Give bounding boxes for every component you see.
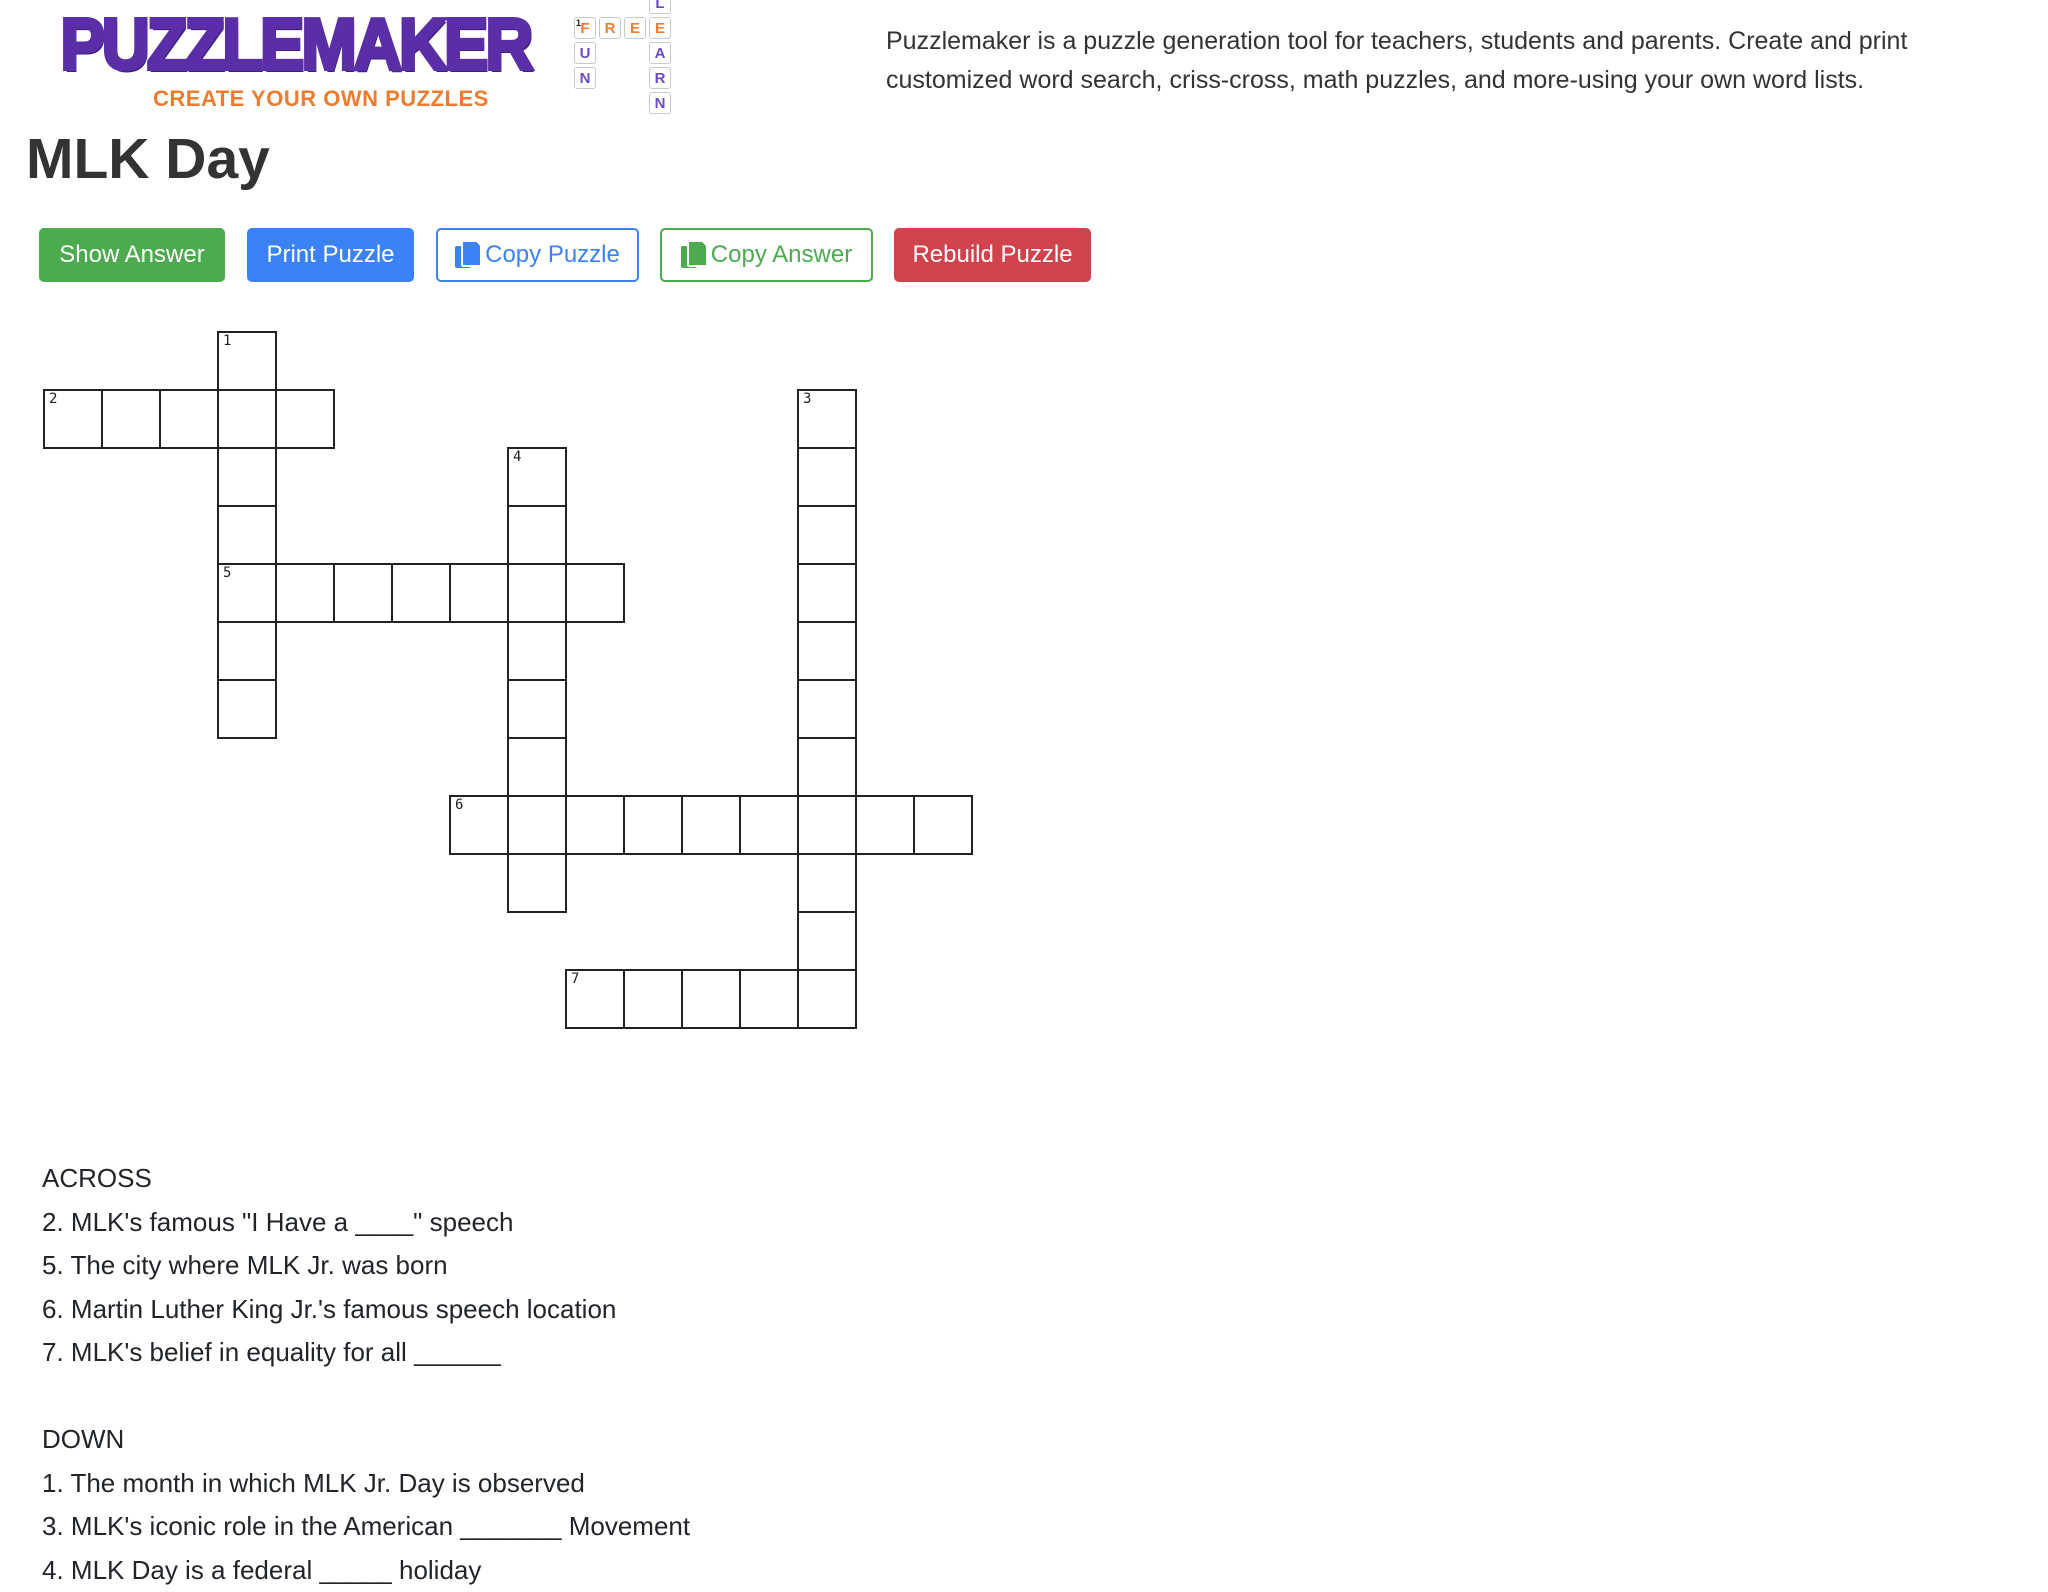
crossword-cell[interactable] [275, 563, 335, 623]
crossword-grid: 1 5 2 3 4 6 7 [43, 331, 1023, 1061]
crossword-cell[interactable]: 1 [217, 331, 277, 391]
crossword-cell[interactable] [507, 621, 567, 681]
crossword-cell[interactable] [159, 389, 219, 449]
crossword-cell[interactable] [507, 563, 567, 623]
show-answer-button[interactable]: Show Answer [39, 228, 225, 282]
crossword-cell[interactable] [797, 911, 857, 971]
crossword-cell[interactable] [275, 389, 335, 449]
clue-number: 2 [49, 391, 57, 407]
crossword-cell[interactable] [681, 969, 741, 1029]
across-clue: 5. The city where MLK Jr. was born [42, 1244, 690, 1288]
mini-crossword-logo: FREEUNLARN1 [574, 0, 684, 112]
crossword-cell[interactable] [565, 795, 625, 855]
down-clue: 4. MLK Day is a federal _____ holiday [42, 1549, 690, 1592]
crossword-cell[interactable]: 4 [507, 447, 567, 507]
clue-number: 4 [513, 449, 521, 465]
crossword-cell[interactable] [217, 447, 277, 507]
crossword-cell[interactable]: 5 [217, 563, 277, 623]
mini-crossword-tile: U [574, 42, 596, 64]
crossword-cell[interactable]: 7 [565, 969, 625, 1029]
clue-spacer [42, 1375, 690, 1419]
crossword-cell[interactable] [797, 447, 857, 507]
copy-answer-button[interactable]: Copy Answer [660, 228, 873, 282]
mini-crossword-tile: N [574, 67, 596, 89]
rebuild-puzzle-button[interactable]: Rebuild Puzzle [894, 228, 1091, 282]
crossword-cell[interactable] [913, 795, 973, 855]
mini-crossword-tile: A [649, 42, 671, 64]
crossword-cell[interactable] [797, 853, 857, 913]
crossword-cell[interactable] [855, 795, 915, 855]
across-clue: 2. MLK's famous "I Have a ____" speech [42, 1201, 690, 1245]
crossword-cell[interactable] [797, 505, 857, 565]
across-clue: 7. MLK's belief in equality for all ____… [42, 1331, 690, 1375]
crossword-cell[interactable] [565, 563, 625, 623]
crossword-cell[interactable] [739, 969, 799, 1029]
copy-puzzle-label: Copy Puzzle [485, 241, 620, 269]
crossword-cell[interactable] [217, 621, 277, 681]
mini-crossword-tile: E [624, 17, 646, 39]
crossword-cell[interactable]: 2 [43, 389, 103, 449]
copy-answer-label: Copy Answer [711, 241, 852, 269]
clue-number: 6 [455, 797, 463, 813]
crossword-cell[interactable] [797, 795, 857, 855]
page-title: MLK Day [26, 126, 270, 192]
crossword-cell[interactable]: 3 [797, 389, 857, 449]
crossword-cell[interactable] [507, 795, 567, 855]
site-description: Puzzlemaker is a puzzle generation tool … [886, 22, 2006, 100]
crossword-cell[interactable] [797, 737, 857, 797]
mini-crossword-tile: L [649, 0, 671, 14]
crossword-cell[interactable] [217, 389, 277, 449]
down-clue: 3. MLK's iconic role in the American ___… [42, 1505, 690, 1549]
clue-list: ACROSS 2. MLK's famous "I Have a ____" s… [42, 1157, 690, 1592]
crossword-cell[interactable] [797, 563, 857, 623]
print-puzzle-label: Print Puzzle [266, 241, 394, 269]
across-clue: 6. Martin Luther King Jr.'s famous speec… [42, 1288, 690, 1332]
crossword-cell[interactable] [101, 389, 161, 449]
rebuild-puzzle-label: Rebuild Puzzle [912, 241, 1072, 269]
clue-number: 7 [571, 971, 579, 987]
show-answer-label: Show Answer [59, 241, 204, 269]
crossword-cell[interactable] [217, 679, 277, 739]
crossword-cell[interactable] [391, 563, 451, 623]
logo-wordmark: PUZZLEMAKER [83, 6, 508, 84]
crossword-cell[interactable] [507, 679, 567, 739]
down-heading: DOWN [42, 1418, 690, 1462]
crossword-cell[interactable] [449, 563, 509, 623]
across-heading: ACROSS [42, 1157, 690, 1201]
print-puzzle-button[interactable]: Print Puzzle [247, 228, 414, 282]
copy-icon [455, 240, 479, 270]
logo-tagline: CREATE YOUR OWN PUZZLES [153, 86, 489, 112]
down-clue: 1. The month in which MLK Jr. Day is obs… [42, 1462, 690, 1506]
mini-crossword-tile: N [649, 92, 671, 114]
mini-crossword-tile: E [649, 17, 671, 39]
crossword-cell[interactable]: 6 [449, 795, 509, 855]
crossword-cell[interactable] [333, 563, 393, 623]
copy-icon [681, 240, 705, 270]
crossword-cell[interactable] [507, 505, 567, 565]
crossword-cell[interactable] [797, 679, 857, 739]
mini-crossword-number: 1 [576, 18, 581, 28]
crossword-cell[interactable] [797, 969, 857, 1029]
puzzlemaker-logo[interactable]: PUZZLEMAKER CREATE YOUR OWN PUZZLES [83, 6, 545, 114]
clue-number: 5 [223, 565, 231, 581]
copy-puzzle-button[interactable]: Copy Puzzle [436, 228, 639, 282]
crossword-cell[interactable] [623, 795, 683, 855]
clue-number: 1 [223, 333, 231, 349]
crossword-cell[interactable] [797, 621, 857, 681]
crossword-cell[interactable] [507, 737, 567, 797]
mini-crossword-tile: R [649, 67, 671, 89]
crossword-cell[interactable] [623, 969, 683, 1029]
mini-crossword-tile: R [599, 17, 621, 39]
crossword-cell[interactable] [681, 795, 741, 855]
crossword-cell[interactable] [217, 505, 277, 565]
crossword-cell[interactable] [739, 795, 799, 855]
clue-number: 3 [803, 391, 811, 407]
crossword-cell[interactable] [507, 853, 567, 913]
